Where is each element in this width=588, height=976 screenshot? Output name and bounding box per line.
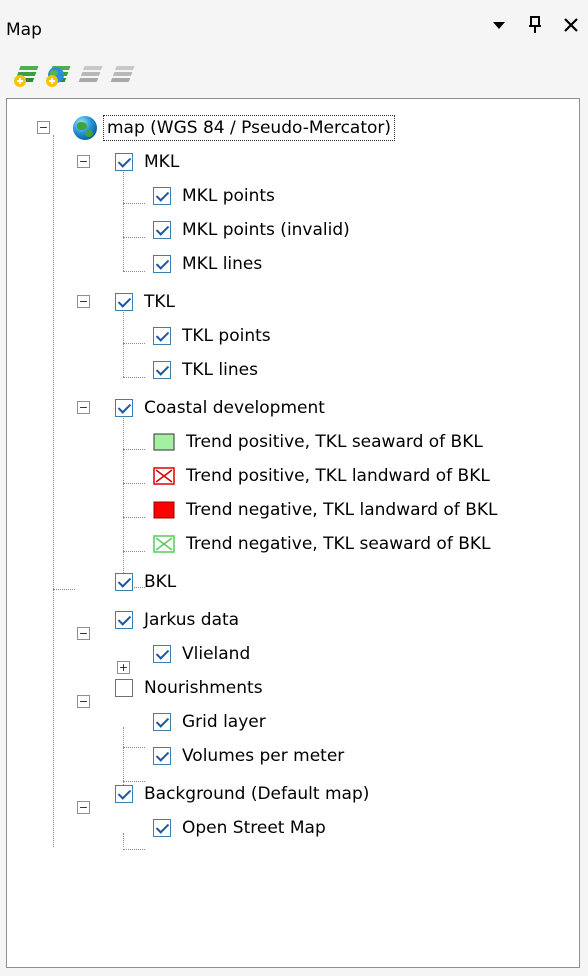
layer-checkbox-grid-layer[interactable]	[153, 713, 171, 731]
collapse-toggle-background[interactable]: −	[77, 801, 90, 814]
globe-icon	[73, 116, 97, 140]
tree-node-coastal-development[interactable]: Coastal development	[115, 392, 328, 424]
panel-titlebar: Map	[0, 0, 588, 52]
layer-checkbox-bkl[interactable]	[115, 573, 133, 591]
tree-node-label: MKL points (invalid)	[182, 220, 350, 240]
tree-node-label: Vlieland	[182, 644, 251, 664]
tree-node-tkl-lines[interactable]: TKL lines	[153, 354, 261, 386]
tree-node-vlieland[interactable]: Vlieland	[153, 638, 253, 670]
tree-node-tkl[interactable]: TKL	[115, 286, 178, 318]
tree-node-nourishments[interactable]: Nourishments	[115, 672, 266, 704]
tree-node-open-street-map[interactable]: Open Street Map	[153, 812, 329, 844]
layer-checkbox-open-street-map[interactable]	[153, 819, 171, 837]
layer-checkbox-mkl-points[interactable]	[153, 187, 171, 205]
collapse-toggle-jarkus[interactable]: −	[77, 627, 90, 640]
legend-label: Trend negative, TKL seaward of BKL	[186, 534, 491, 554]
collapse-toggle-mkl[interactable]: −	[77, 155, 90, 168]
layer-checkbox-nourishments[interactable]	[115, 679, 133, 697]
tree-node-mkl[interactable]: MKL	[115, 146, 182, 178]
legend-item-trend4[interactable]: Trend negative, TKL seaward of BKL	[153, 528, 494, 560]
tree-node-bkl[interactable]: BKL	[115, 566, 179, 598]
legend-swatch-red-icon	[153, 501, 175, 519]
legend-item-trend1[interactable]: Trend positive, TKL seaward of BKL	[153, 426, 486, 458]
layer-checkbox-tkl-lines[interactable]	[153, 361, 171, 379]
tree-node-label: Nourishments	[144, 678, 263, 698]
chevron-down-icon[interactable]	[488, 14, 510, 36]
collapse-toggle-tkl[interactable]: −	[77, 295, 90, 308]
collapse-toggle-coastal[interactable]: −	[77, 401, 90, 414]
legend-item-trend2[interactable]: Trend positive, TKL landward of BKL	[153, 460, 493, 492]
tree-node-label: map (WGS 84 / Pseudo-Mercator)	[103, 115, 396, 141]
layer-tree[interactable]: − − − − − + − − map (WGS 84 / Pseudo-Mer…	[6, 98, 580, 968]
layer-checkbox-coastal-development[interactable]	[115, 399, 133, 417]
tree-node-label: TKL	[144, 292, 176, 312]
tree-node-jarkus-data[interactable]: Jarkus data	[115, 604, 242, 636]
legend-label: Trend positive, TKL landward of BKL	[186, 466, 490, 486]
tree-node-label: Jarkus data	[144, 610, 240, 630]
tree-node-mkl-lines[interactable]: MKL lines	[153, 248, 265, 280]
legend-item-trend3[interactable]: Trend negative, TKL landward of BKL	[153, 494, 500, 526]
legend-swatch-green-icon	[153, 433, 175, 451]
layer-checkbox-mkl-lines[interactable]	[153, 255, 171, 273]
layer-checkbox-tkl[interactable]	[115, 293, 133, 311]
tree-node-label: TKL lines	[182, 360, 258, 380]
tree-node-label: TKL points	[182, 326, 271, 346]
pin-icon[interactable]	[524, 14, 546, 36]
tree-node-label: MKL lines	[182, 254, 263, 274]
tree-node-label: Coastal development	[144, 398, 325, 418]
layer-checkbox-volumes-per-meter[interactable]	[153, 747, 171, 765]
layer-checkbox-vlieland[interactable]	[153, 645, 171, 663]
tree-node-label: MKL	[144, 152, 180, 172]
layer-up-icon[interactable]	[76, 62, 104, 88]
tree-node-label: Volumes per meter	[182, 746, 345, 766]
tree-node-volumes-per-meter[interactable]: Volumes per meter	[153, 740, 347, 772]
tree-node-label: MKL points	[182, 186, 275, 206]
layer-checkbox-mkl-points-invalid[interactable]	[153, 221, 171, 239]
layer-checkbox-tkl-points[interactable]	[153, 327, 171, 345]
add-wms-layer-icon[interactable]	[44, 62, 72, 88]
layer-down-icon[interactable]	[108, 62, 136, 88]
legend-swatch-red-cross-icon	[153, 467, 175, 485]
legend-swatch-green-cross-icon	[153, 535, 175, 553]
tree-node-label: BKL	[144, 572, 177, 592]
layer-checkbox-background[interactable]	[115, 785, 133, 803]
layer-checkbox-jarkus-data[interactable]	[115, 611, 133, 629]
tree-node-label: Open Street Map	[182, 818, 326, 838]
legend-label: Trend negative, TKL landward of BKL	[186, 500, 498, 520]
tree-node-tkl-points[interactable]: TKL points	[153, 320, 274, 352]
tree-node-grid-layer[interactable]: Grid layer	[153, 706, 269, 738]
tree-node-label: Background (Default map)	[144, 784, 370, 804]
collapse-toggle-nourishments[interactable]: −	[77, 695, 90, 708]
tree-node-background[interactable]: Background (Default map)	[115, 778, 372, 810]
panel-title: Map	[6, 20, 42, 40]
tree-node-map[interactable]: map (WGS 84 / Pseudo-Mercator)	[73, 112, 396, 144]
close-icon[interactable]	[560, 14, 582, 36]
layer-checkbox-mkl[interactable]	[115, 153, 133, 171]
collapse-toggle-map[interactable]: −	[37, 121, 50, 134]
tree-node-mkl-points-invalid[interactable]: MKL points (invalid)	[153, 214, 353, 246]
map-toolbar	[0, 52, 588, 98]
tree-node-mkl-points[interactable]: MKL points	[153, 180, 278, 212]
add-layer-icon[interactable]	[12, 62, 40, 88]
legend-label: Trend positive, TKL seaward of BKL	[186, 432, 483, 452]
tree-node-label: Grid layer	[182, 712, 266, 732]
